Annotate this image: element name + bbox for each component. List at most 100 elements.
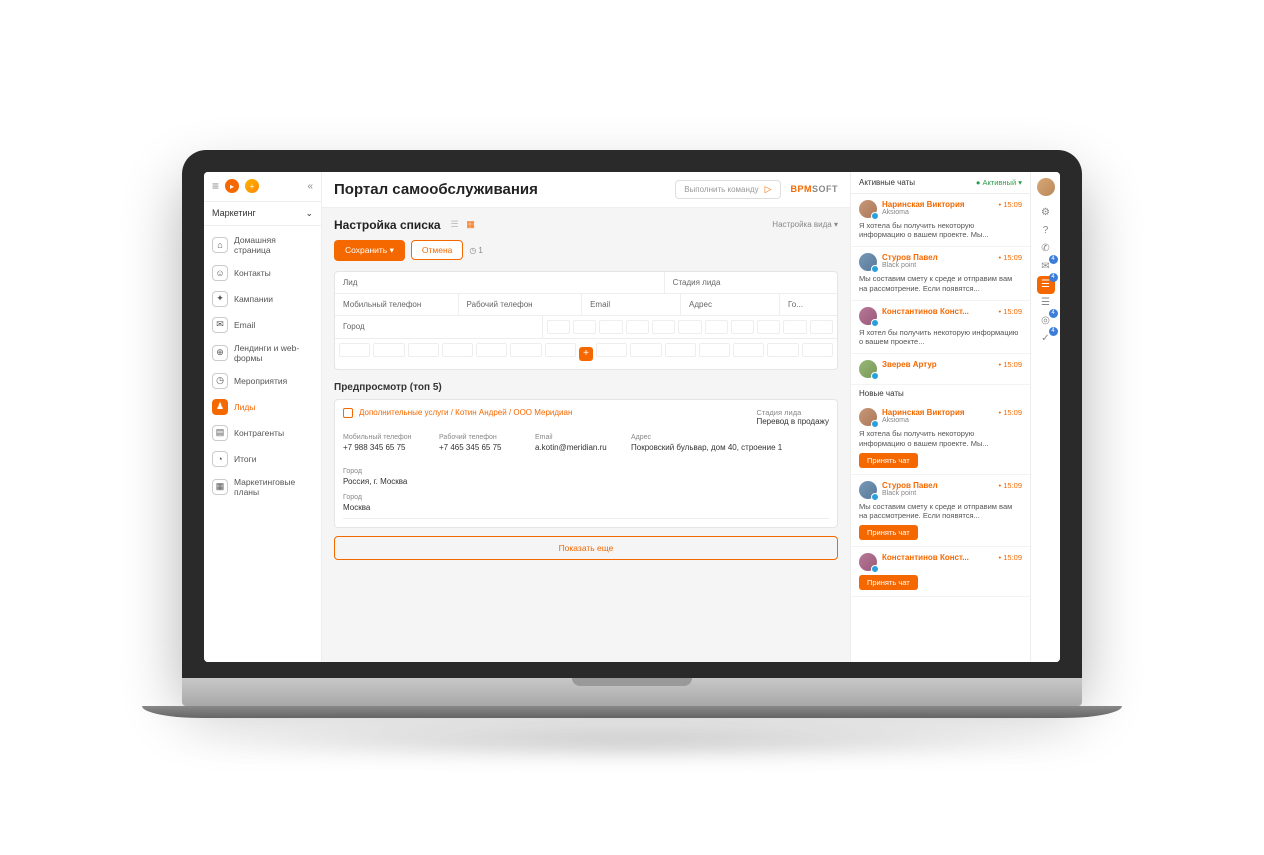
chat-name: Стуров Павел <box>882 481 994 490</box>
nav-label: Итоги <box>234 454 256 464</box>
chat-avatar <box>859 408 877 426</box>
slot[interactable] <box>547 320 570 334</box>
cancel-button[interactable]: Отмена <box>411 240 464 260</box>
nav-label: Лиды <box>234 402 255 412</box>
collapse-icon[interactable]: « <box>307 181 313 192</box>
nav-label: Лендинги и web-формы <box>234 343 313 363</box>
chat-avatar <box>859 253 877 271</box>
topbar-left: ≡ ▸ + « <box>204 172 321 202</box>
chat-item[interactable]: Стуров ПавелBlack point• 15:09Мы состави… <box>851 247 1030 301</box>
nav-item-Контрагенты[interactable]: ▤Контрагенты <box>204 420 321 446</box>
chat-avatar <box>859 200 877 218</box>
status-indicator[interactable]: Активный ▾ <box>976 178 1022 187</box>
lead-card: Дополнительные услуги / Котин Андрей / О… <box>334 399 838 528</box>
show-more-button[interactable]: Показать еще <box>334 536 838 560</box>
save-button[interactable]: Сохранить ▾ <box>334 240 405 261</box>
empty-slots <box>543 316 837 338</box>
field-label: Рабочий телефон <box>439 434 519 441</box>
add-icon[interactable]: + <box>245 179 259 193</box>
city-value: Москва <box>343 503 829 512</box>
chat-avatar <box>859 553 877 571</box>
nav-item-Лиды[interactable]: ♟Лиды <box>204 394 321 420</box>
chats-title: Активные чаты <box>859 178 915 187</box>
user-avatar[interactable] <box>1037 178 1055 196</box>
nav-item-Домашняя страница[interactable]: ⌂Домашняя страница <box>204 230 321 260</box>
channel-icon <box>871 265 879 273</box>
nav-icon: ☺ <box>212 265 228 281</box>
chat-item[interactable]: Зверев Артур• 15:09 <box>851 354 1030 385</box>
list-view-icon[interactable]: ☰ <box>449 219 461 231</box>
channel-icon <box>871 565 879 573</box>
col-mobile[interactable]: Мобильный телефон <box>335 294 459 315</box>
help-icon[interactable]: ? <box>1037 222 1055 240</box>
lead-name[interactable]: Дополнительные услуги / Котин Андрей / О… <box>359 408 750 426</box>
section-selector[interactable]: Маркетинг ⌄ <box>204 202 321 226</box>
nav-item-Контакты[interactable]: ☺Контакты <box>204 260 321 286</box>
col-stage[interactable]: Стадия лида <box>665 272 837 293</box>
tile-view-icon[interactable]: ▦ <box>465 219 477 231</box>
menu-icon[interactable]: ≡ <box>212 179 219 193</box>
accept-chat-button[interactable]: Принять чат <box>859 575 918 590</box>
nav-item-Маркетинговые планы[interactable]: ▦Маркетинговые планы <box>204 472 321 502</box>
command-placeholder: Выполнить команду <box>684 185 758 194</box>
preview-title: Предпросмотр (топ 5) <box>334 382 838 393</box>
left-sidebar: ≡ ▸ + « Маркетинг ⌄ ⌂Домашняя страница☺К… <box>204 172 322 662</box>
nav-icon: ✉ <box>212 317 228 333</box>
col-lead[interactable]: Лид <box>335 272 665 293</box>
chat-time: • 15:09 <box>999 307 1022 316</box>
nav-item-Email[interactable]: ✉Email <box>204 312 321 338</box>
lead-checkbox[interactable] <box>343 408 353 418</box>
add-column-button[interactable]: + <box>579 347 593 361</box>
bottom-slots: + <box>335 339 837 369</box>
col-email[interactable]: Email <box>582 294 681 315</box>
col-work[interactable]: Рабочий телефон <box>459 294 583 315</box>
chat-company: Black point <box>882 262 994 269</box>
channel-icon <box>871 319 879 327</box>
chat-name: Константинов Конст... <box>882 553 994 562</box>
nav-item-Мероприятия[interactable]: ◷ Мероприятия <box>204 368 321 394</box>
col-go[interactable]: Го... <box>780 294 837 315</box>
chat-message: Я хотела бы получить некоторую информаци… <box>859 429 1022 449</box>
chat-message: Я хотела бы получить некоторую информаци… <box>859 221 1022 241</box>
nav-item-Итоги[interactable]: ◔ Итоги <box>204 446 321 472</box>
new-chats-label: Новые чаты <box>851 385 1030 402</box>
chats-panel: Активные чаты Активный ▾ Наринская Викто… <box>850 172 1030 662</box>
nav-list: ⌂Домашняя страница☺Контакты✦Кампании✉Ema… <box>204 226 321 506</box>
nav-icon: ◷ <box>212 373 228 389</box>
play-icon[interactable]: ▸ <box>225 179 239 193</box>
run-icon[interactable]: ▷ <box>765 184 772 195</box>
nav-item-Лендинги и web-формы[interactable]: ⊕Лендинги и web-формы <box>204 338 321 368</box>
chat-item[interactable]: Стуров ПавелBlack point• 15:09Мы состави… <box>851 475 1030 548</box>
tasks-icon[interactable]: ✓4 <box>1037 330 1055 348</box>
chat-time: • 15:09 <box>999 360 1022 369</box>
brand-logo: BPMSOFT <box>791 184 839 194</box>
chat-item[interactable]: Наринская ВикторияAksioma• 15:09Я хотела… <box>851 402 1030 475</box>
chat-message: Я хотел бы получить некоторую информацию… <box>859 328 1022 348</box>
chevron-down-icon: ⌄ <box>305 208 313 219</box>
command-input[interactable]: Выполнить команду ▷ <box>675 180 780 199</box>
field-label: Мобильный телефон <box>343 434 423 441</box>
nav-icon: ⌂ <box>212 237 228 253</box>
chat-item[interactable]: Константинов Конст...• 15:09Я хотел бы п… <box>851 301 1030 355</box>
accept-chat-button[interactable]: Принять чат <box>859 525 918 540</box>
nav-label: Маркетинговые планы <box>234 477 313 497</box>
badge: 4 <box>1049 309 1058 318</box>
chat-item[interactable]: Константинов Конст...• 15:09Принять чат <box>851 547 1030 597</box>
settings-icon[interactable]: ⚙ <box>1037 204 1055 222</box>
chat-icon[interactable]: ☰4 <box>1037 276 1055 294</box>
field-value: a.kotin@meridian.ru <box>535 443 615 452</box>
field-label: Адрес <box>631 434 782 441</box>
nav-label: Мероприятия <box>234 376 287 386</box>
chat-company: Black point <box>882 490 994 497</box>
badge: 4 <box>1049 273 1058 282</box>
col-address[interactable]: Адрес <box>681 294 780 315</box>
chat-name: Стуров Павел <box>882 253 994 262</box>
nav-icon: ◔ <box>212 451 228 467</box>
accept-chat-button[interactable]: Принять чат <box>859 453 918 468</box>
channel-icon <box>871 420 879 428</box>
view-setup-link[interactable]: Настройка вида ▾ <box>772 220 838 229</box>
chat-item[interactable]: Наринская ВикторияAksioma• 15:09Я хотела… <box>851 194 1030 248</box>
chat-company: Aksioma <box>882 209 994 216</box>
col-city[interactable]: Город <box>335 316 543 338</box>
nav-item-Кампании[interactable]: ✦Кампании <box>204 286 321 312</box>
